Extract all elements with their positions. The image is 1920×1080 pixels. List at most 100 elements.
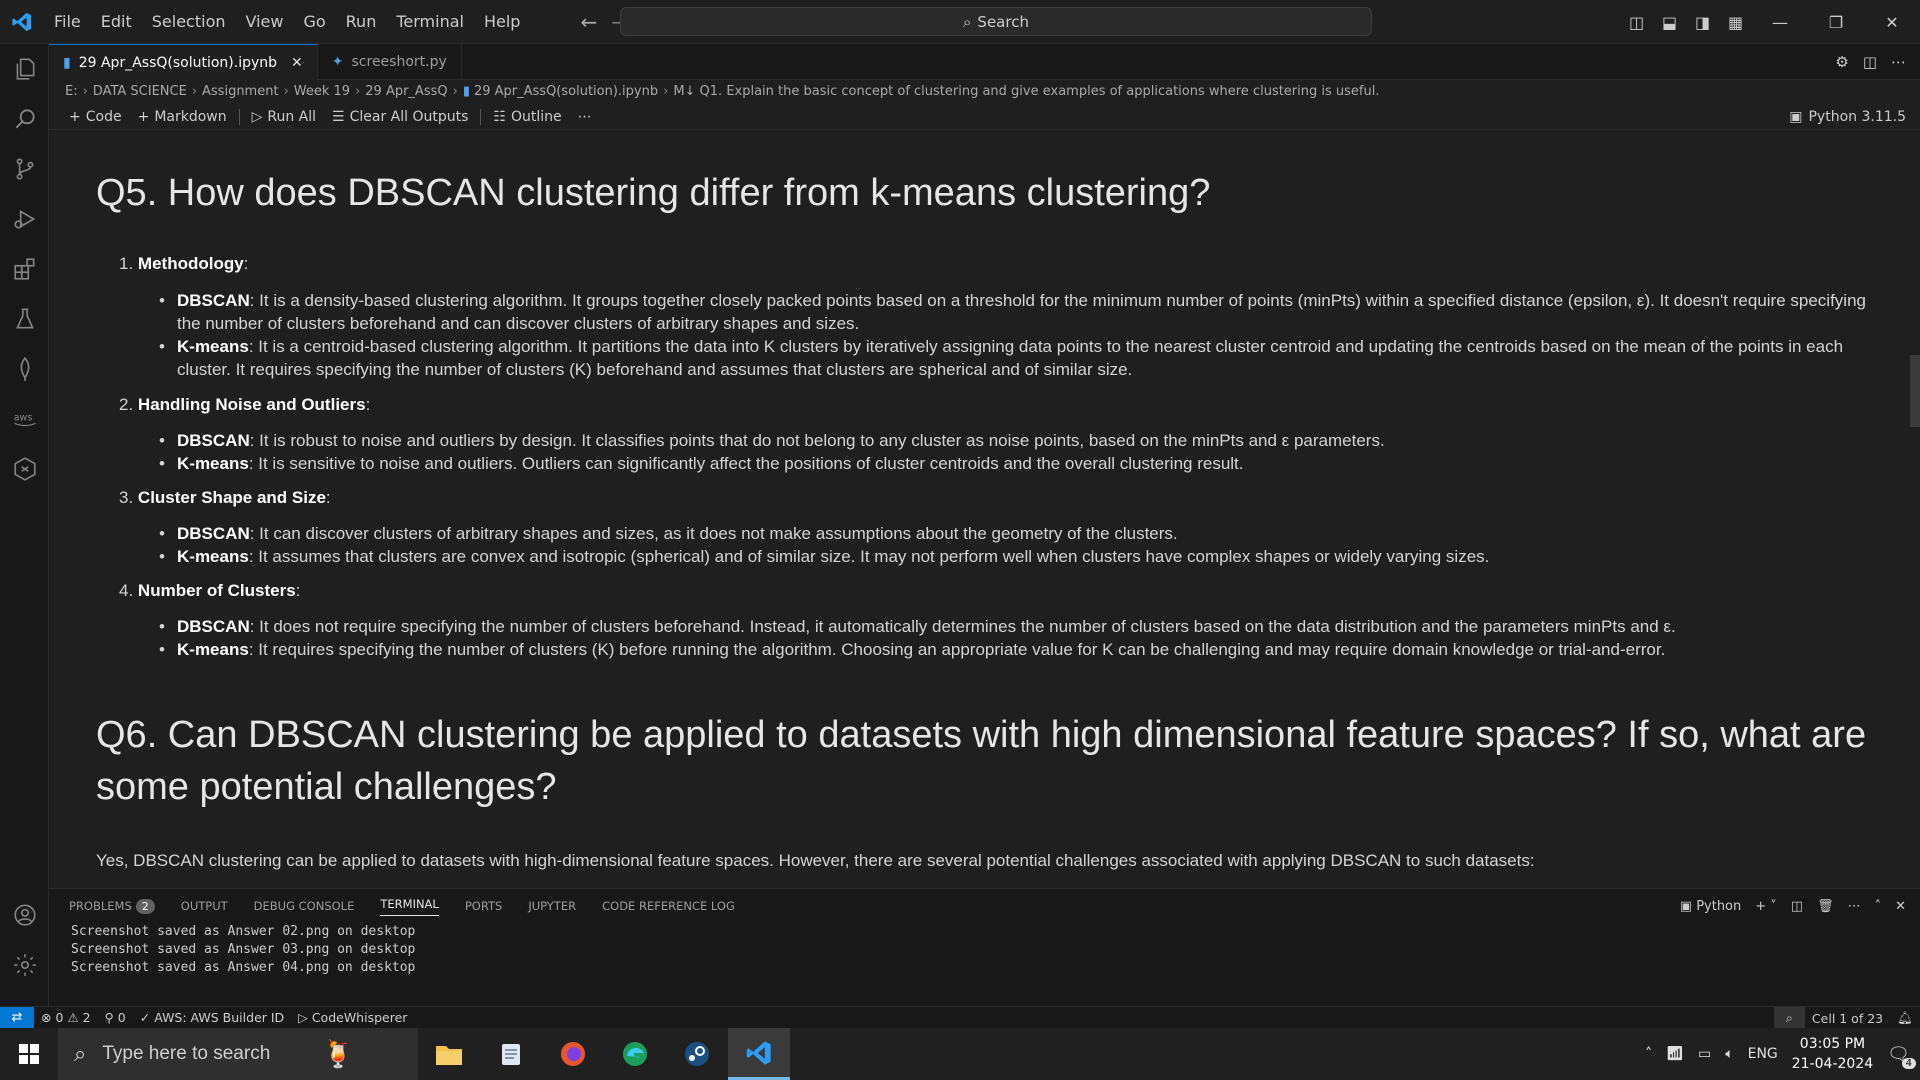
- taskbar-search-box[interactable]: ⌕ Type here to search 🍹: [58, 1028, 418, 1080]
- toggle-primary-sidebar-icon[interactable]: ◫: [1620, 13, 1653, 32]
- menu-selection[interactable]: Selection: [142, 0, 236, 44]
- aws-status[interactable]: ✓ AWS: AWS Builder ID: [133, 1010, 291, 1025]
- aws-icon[interactable]: aws: [0, 394, 49, 444]
- more-toolbar-icon[interactable]: ⋯: [570, 109, 600, 125]
- run-debug-icon[interactable]: [0, 194, 49, 244]
- more-actions-icon[interactable]: ⋯: [1891, 53, 1906, 71]
- split-editor-icon[interactable]: ◫: [1863, 53, 1877, 71]
- notifications-bell-icon[interactable]: 🔔︎: [1890, 1010, 1920, 1026]
- breadcrumb-item[interactable]: Assignment: [202, 84, 279, 99]
- terminal-icon: ▣: [1679, 898, 1693, 914]
- back-arrow-icon[interactable]: ←: [580, 10, 597, 34]
- menu-run[interactable]: Run: [336, 0, 387, 44]
- show-hidden-icons-chevron-up-icon[interactable]: ˄: [1645, 1046, 1652, 1062]
- breadcrumb-item[interactable]: Week 19: [294, 84, 350, 99]
- kernel-picker[interactable]: ▣ Python 3.11.5: [1789, 104, 1906, 130]
- battery-icon[interactable]: ▭: [1698, 1046, 1711, 1062]
- menu-bar: File Edit Selection View Go Run Terminal…: [44, 0, 530, 44]
- toggle-secondary-sidebar-icon[interactable]: ◨: [1686, 13, 1719, 32]
- clock-date: 21-04-2024: [1791, 1056, 1874, 1072]
- windows-start-icon[interactable]: [0, 1028, 58, 1080]
- firefox-app-icon[interactable]: [542, 1028, 604, 1080]
- menu-view[interactable]: View: [236, 0, 294, 44]
- activity-bar: aws: [0, 44, 49, 1006]
- add-markdown-cell-button[interactable]: + Markdown: [130, 109, 235, 125]
- editor-scrollbar-thumb[interactable]: [1910, 355, 1920, 427]
- problems-badge: 2: [135, 898, 155, 914]
- minimize-button[interactable]: —: [1752, 13, 1808, 32]
- notebook-settings-gear-icon[interactable]: ⚙: [1835, 53, 1848, 71]
- panel-tab-terminal[interactable]: TERMINAL: [380, 897, 439, 916]
- panel-tab-code-reference-log[interactable]: CODE REFERENCE LOG: [602, 899, 735, 913]
- notepad-app-icon[interactable]: [480, 1028, 542, 1080]
- file-explorer-app-icon[interactable]: [418, 1028, 480, 1080]
- tab-notebook[interactable]: ▮ 29 Apr_AssQ(solution).ipynb ✕: [49, 44, 318, 80]
- volume-icon[interactable]: 🔈︎: [1725, 1046, 1733, 1062]
- network-icon[interactable]: 📶︎: [1666, 1046, 1684, 1062]
- testing-flask-icon[interactable]: [0, 294, 49, 344]
- play-icon: ▷: [298, 1010, 308, 1025]
- ports-icon: ⚲: [104, 1010, 114, 1025]
- vscode-app-icon[interactable]: [728, 1028, 790, 1080]
- menu-go[interactable]: Go: [293, 0, 335, 44]
- extensions-icon[interactable]: [0, 244, 49, 294]
- codewhisperer-icon[interactable]: [0, 444, 49, 494]
- add-code-cell-button[interactable]: + Code: [61, 109, 130, 125]
- terminal-shell-selector[interactable]: ▣ Python: [1680, 899, 1742, 914]
- clear-all-outputs-button[interactable]: ☰ Clear All Outputs: [324, 109, 476, 125]
- restore-button[interactable]: ❐: [1808, 13, 1864, 32]
- remote-indicator-icon[interactable]: ⇄: [0, 1006, 34, 1029]
- menu-help[interactable]: Help: [474, 0, 530, 44]
- panel-tab-output[interactable]: OUTPUT: [181, 899, 228, 913]
- settings-gear-icon[interactable]: [0, 940, 49, 990]
- editor-tabs: ▮ 29 Apr_AssQ(solution).ipynb ✕ ✦ screes…: [49, 44, 1920, 80]
- cell-indicator[interactable]: Cell 1 of 23: [1805, 1011, 1890, 1026]
- explorer-icon[interactable]: [0, 44, 49, 94]
- accounts-icon[interactable]: [0, 890, 49, 940]
- menu-file[interactable]: File: [44, 0, 91, 44]
- language-indicator[interactable]: ENG: [1748, 1046, 1778, 1062]
- breadcrumb-item[interactable]: 29 Apr_AssQ(solution).ipynb: [474, 84, 658, 99]
- close-panel-icon[interactable]: ✕: [1895, 899, 1906, 914]
- zoom-search-icon[interactable]: ⌕: [1773, 1007, 1805, 1029]
- notebook-editor[interactable]: Q5. How does DBSCAN clustering differ fr…: [49, 131, 1920, 888]
- clock[interactable]: 03:05 PM 21-04-2024: [1792, 1034, 1873, 1074]
- steam-app-icon[interactable]: [666, 1028, 728, 1080]
- codewhisperer-status[interactable]: ▷ CodeWhisperer: [291, 1010, 414, 1025]
- close-window-button[interactable]: ✕: [1864, 13, 1920, 32]
- edge-app-icon[interactable]: [604, 1028, 666, 1080]
- ports-status[interactable]: ⚲ 0: [98, 1010, 133, 1025]
- search-view-icon[interactable]: [0, 94, 49, 144]
- breadcrumb-item[interactable]: 29 Apr_AssQ: [365, 84, 447, 99]
- problems-status[interactable]: ⊗ 0 ⚠ 2: [34, 1010, 98, 1025]
- toolbar-divider: [238, 108, 240, 125]
- more-actions-icon[interactable]: ⋯: [1848, 899, 1861, 914]
- status-bar: ⇄ ⊗ 0 ⚠ 2 ⚲ 0 ✓ AWS: AWS Builder ID ▷ CodeWhi…: [0, 1006, 1920, 1029]
- notifications-icon[interactable]: 🗨︎ 4: [1887, 1044, 1916, 1069]
- toggle-panel-icon[interactable]: ⬓: [1653, 13, 1686, 32]
- panel-tab-jupyter[interactable]: JUPYTER: [528, 899, 576, 913]
- source-control-icon[interactable]: [0, 144, 49, 194]
- split-terminal-icon[interactable]: ◫: [1791, 899, 1803, 914]
- menu-terminal[interactable]: Terminal: [386, 0, 474, 44]
- close-tab-icon[interactable]: ✕: [291, 55, 303, 71]
- maximize-panel-chevron-up-icon[interactable]: ˄: [1875, 899, 1882, 914]
- tab-screeshort-py[interactable]: ✦ screeshort.py: [318, 44, 462, 80]
- customize-layout-icon[interactable]: ▦: [1719, 13, 1752, 32]
- panel-tab-debug-console[interactable]: DEBUG CONSOLE: [254, 899, 355, 913]
- new-terminal-icon[interactable]: + ˅: [1755, 899, 1777, 914]
- breadcrumb-item[interactable]: M↓ Q1. Explain the basic concept of clus…: [673, 84, 1379, 99]
- section-title-3: 3. Cluster Shape and Size:: [119, 488, 331, 507]
- panel-tab-problems[interactable]: PROBLEMS 2: [69, 898, 155, 914]
- outline-button[interactable]: ☷ Outline: [485, 109, 569, 125]
- breadcrumb-item[interactable]: E:: [65, 84, 78, 99]
- mongodb-leaf-icon[interactable]: [0, 344, 49, 394]
- breadcrumb-item[interactable]: DATA SCIENCE: [93, 84, 187, 99]
- command-center-search[interactable]: ⌕ Search: [620, 7, 1372, 36]
- panel-tab-ports[interactable]: PORTS: [465, 899, 502, 913]
- kill-terminal-trash-icon[interactable]: 🗑: [1817, 899, 1834, 914]
- terminal-output[interactable]: Screenshot saved as Answer 02.png on des…: [49, 923, 1920, 977]
- run-all-button[interactable]: ▷ Run All: [244, 109, 324, 125]
- menu-edit[interactable]: Edit: [91, 0, 142, 44]
- breadcrumb: E: › DATA SCIENCE › Assignment › Week 19 › 2…: [65, 83, 1380, 99]
